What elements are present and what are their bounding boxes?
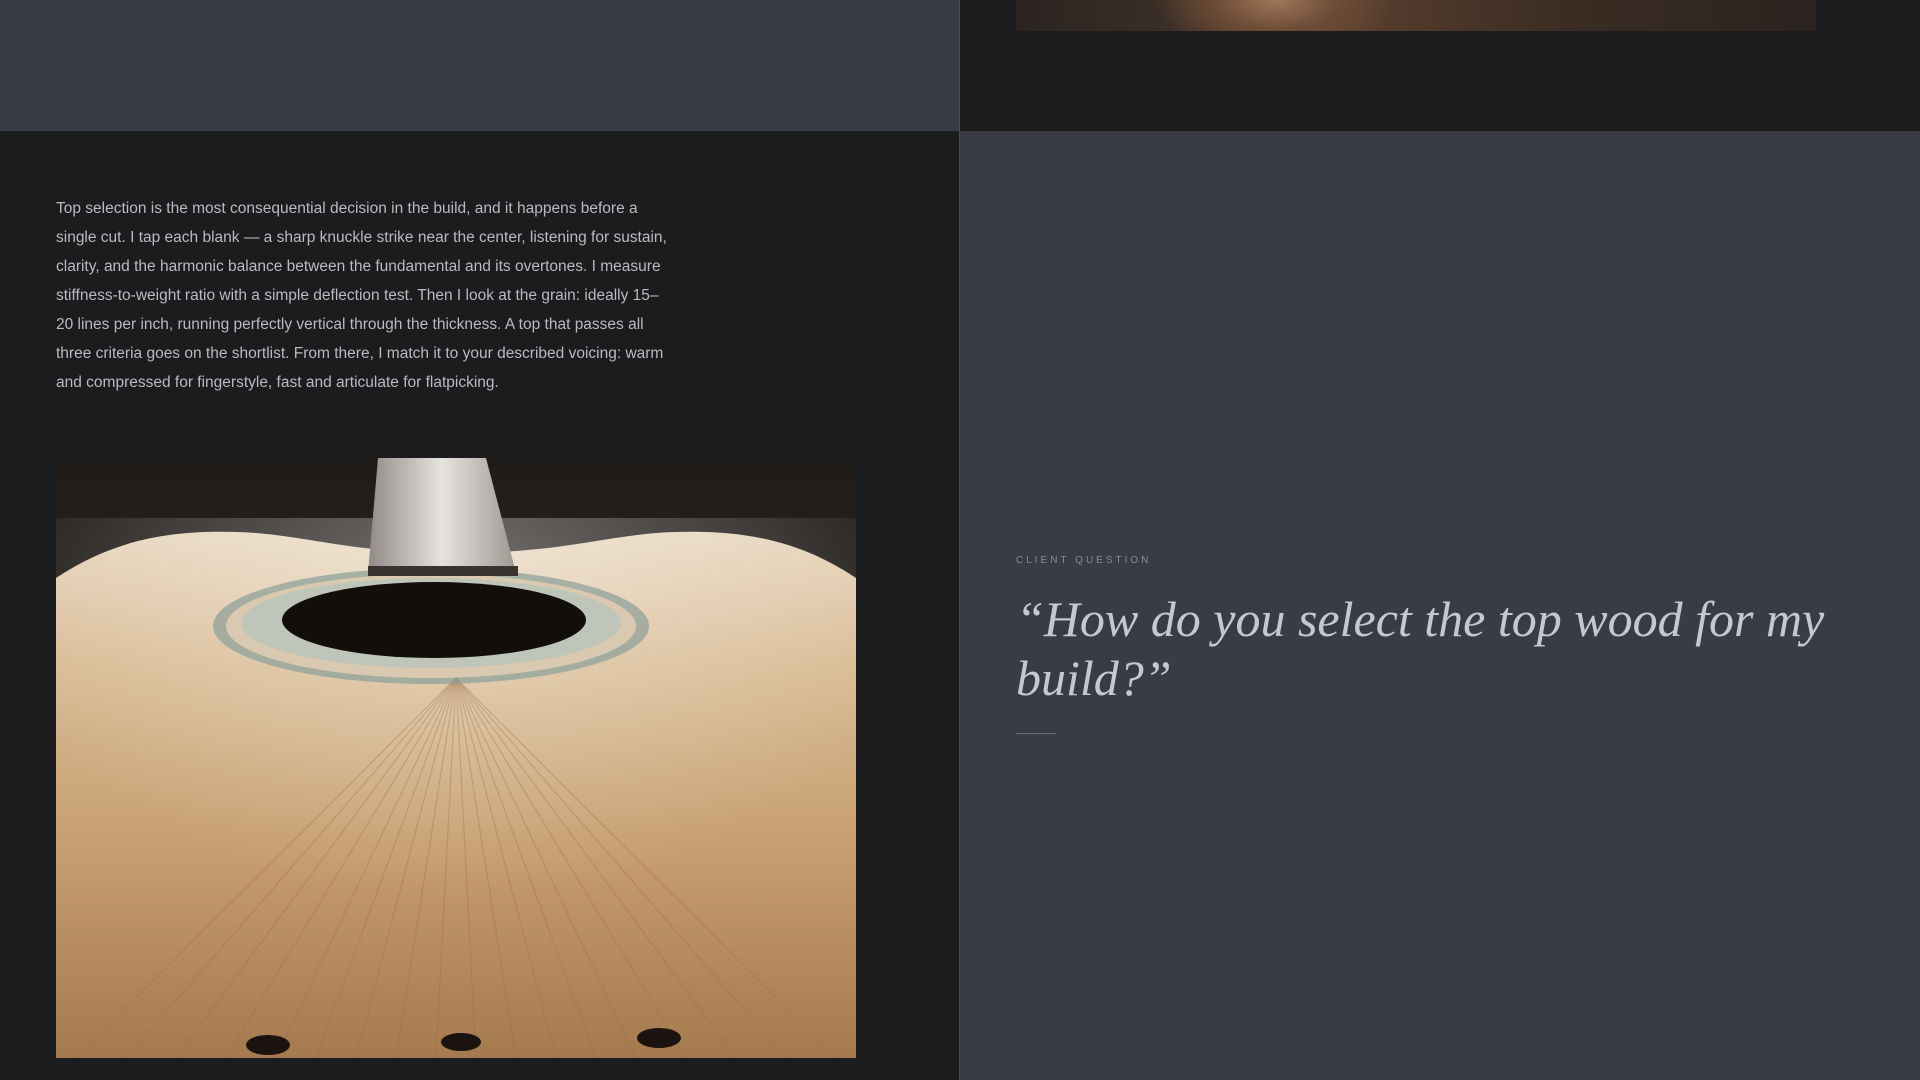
guitar-top-photo <box>56 458 856 1058</box>
top-left-panel <box>0 0 959 131</box>
page: Top selection is the most consequential … <box>0 0 1920 1080</box>
top-selection-paragraph: Top selection is the most consequential … <box>56 200 667 391</box>
quote-divider <box>1016 733 1056 734</box>
luthier-hands-photo <box>1016 0 1816 31</box>
client-question-quote: “How do you select the top wood for my b… <box>1016 591 1825 706</box>
column-divider <box>959 0 960 1080</box>
guitar-top-illustration <box>56 458 856 1058</box>
client-question-eyebrow: Client Question <box>1016 555 1152 566</box>
